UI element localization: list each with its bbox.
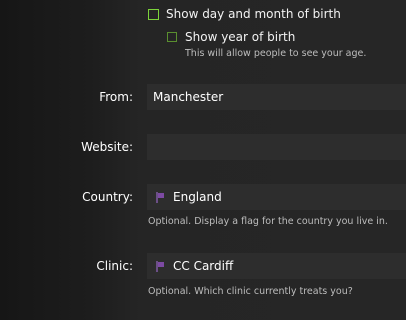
country-select-value: England — [173, 190, 222, 204]
country-label: Country: — [82, 190, 133, 204]
clinic-label: Clinic: — [96, 259, 133, 273]
from-input[interactable]: Manchester — [147, 84, 406, 110]
clinic-select-value: CC Cardiff — [173, 259, 234, 273]
show-year-label: Show year of birth — [185, 30, 296, 44]
show-year-hint: This will allow people to see your age. — [185, 48, 367, 59]
website-label: Website: — [81, 140, 133, 154]
website-input[interactable] — [147, 134, 406, 160]
flag-icon — [156, 260, 164, 272]
from-input-value: Manchester — [153, 90, 224, 104]
show-day-month-label: Show day and month of birth — [166, 7, 341, 21]
profile-form: Show day and month of birth Show year of… — [0, 0, 406, 320]
clinic-select[interactable]: CC Cardiff — [147, 253, 406, 279]
show-day-month-checkbox[interactable] — [148, 9, 159, 20]
show-year-checkbox[interactable] — [167, 32, 177, 42]
from-label: From: — [99, 90, 133, 104]
clinic-hint: Optional. Which clinic currently treats … — [148, 286, 353, 297]
country-select[interactable]: England — [147, 184, 406, 210]
flag-icon — [156, 191, 164, 203]
country-hint: Optional. Display a flag for the country… — [148, 216, 388, 227]
